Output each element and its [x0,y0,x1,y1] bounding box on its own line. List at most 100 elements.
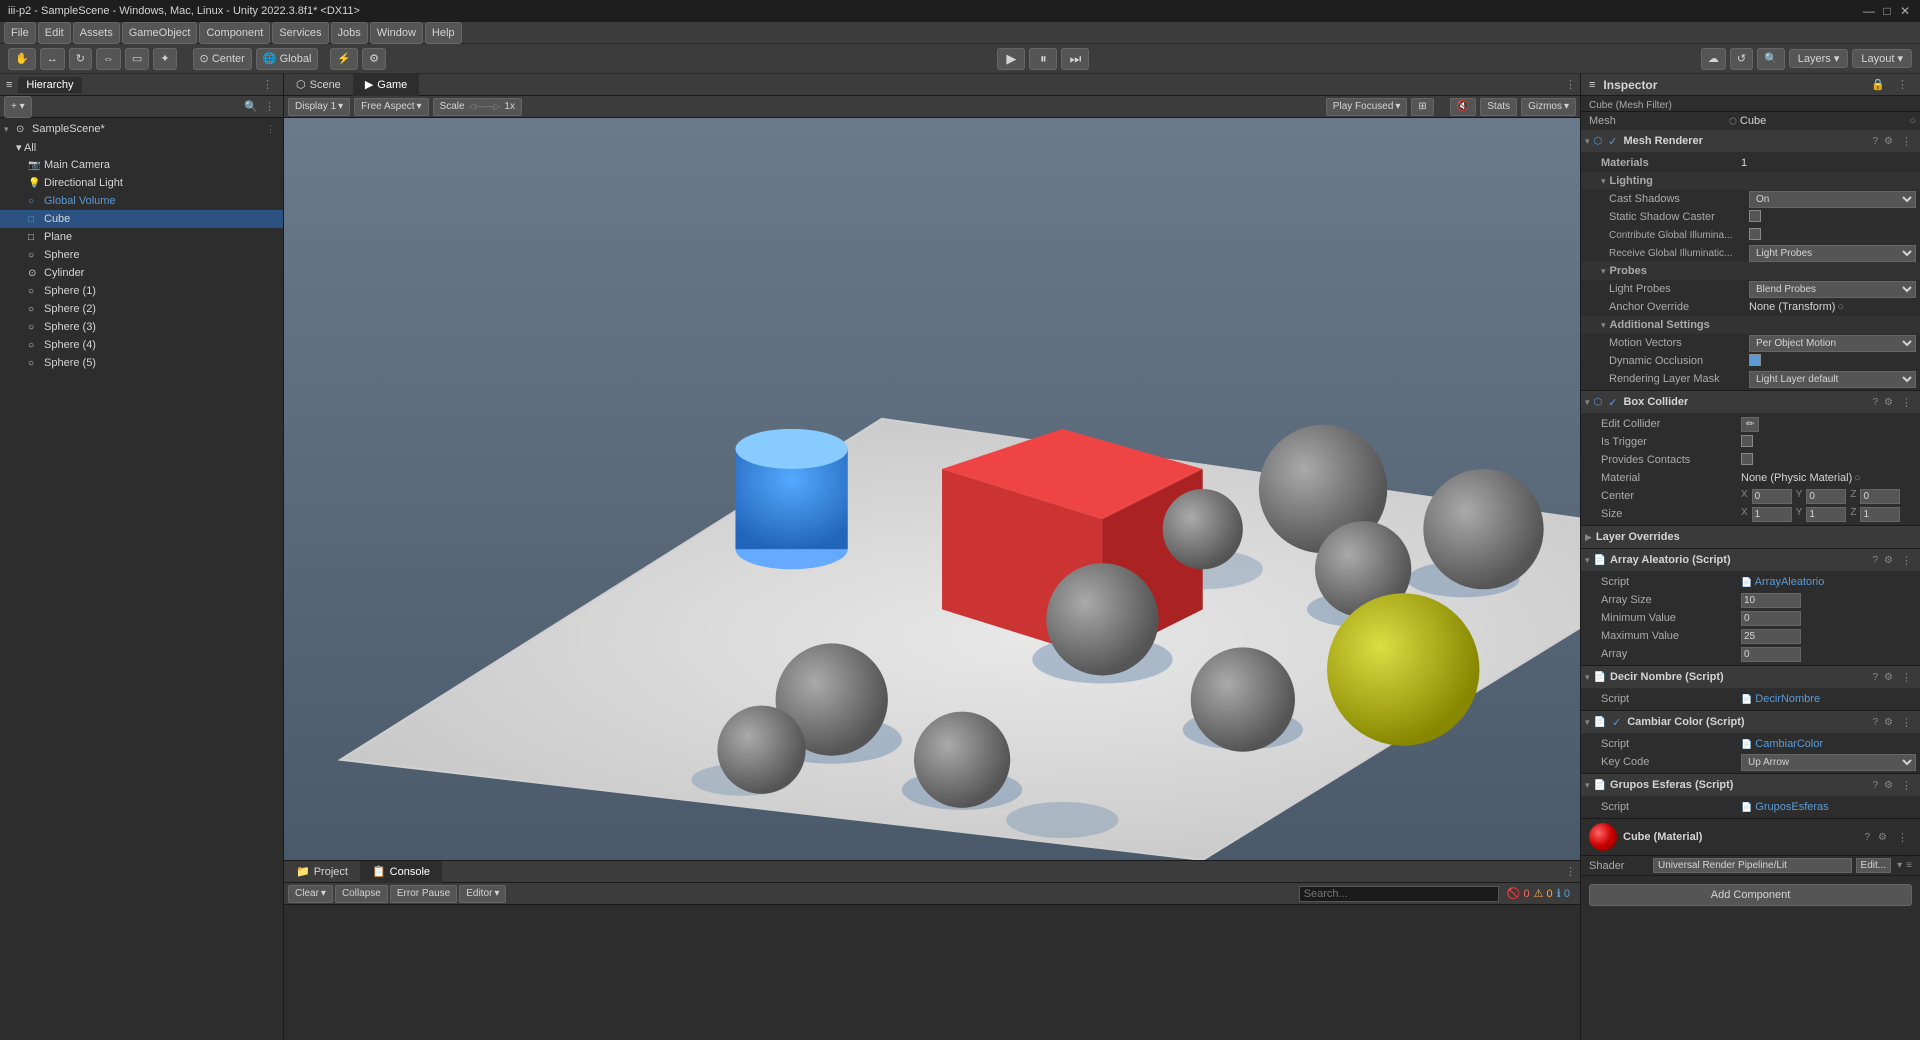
hierarchy-item-global-volume[interactable]: ○ Global Volume [0,192,283,210]
receive-gi-select[interactable]: Light Probes [1749,245,1916,262]
hierarchy-item-sphere4[interactable]: ○ Sphere (4) [0,336,283,354]
menu-edit[interactable]: Edit [38,22,71,44]
motion-vectors-select[interactable]: Per Object Motion [1749,335,1916,352]
stats-btn[interactable]: Stats [1480,98,1517,116]
scale-control[interactable]: Scale ◁——▷ 1x [433,98,522,116]
maximum-value-input[interactable] [1741,629,1801,644]
hierarchy-item-main-camera[interactable]: 📷 Main Camera [0,156,283,174]
console-more-btn[interactable]: ⋮ [1561,865,1580,878]
hierarchy-tab[interactable]: Hierarchy [18,77,81,93]
size-x-input[interactable] [1752,507,1792,522]
hierarchy-item-sphere5[interactable]: ○ Sphere (5) [0,354,283,372]
pause-button[interactable]: ⏸ [1029,48,1057,70]
dn-help-btn[interactable]: ? [1872,672,1878,683]
scale-tool[interactable]: ⇔ [96,48,121,70]
console-tab[interactable]: 📋 Console [360,861,442,883]
grupos-esferas-header[interactable]: ▾ 📄 Grupos Esferas (Script) ? ⚙ ⋮ [1581,774,1920,796]
cc-help-btn[interactable]: ? [1872,717,1878,728]
dn-more-btn[interactable]: ⋮ [1897,671,1916,684]
menu-component[interactable]: Component [199,22,270,44]
array-count-input[interactable] [1741,647,1801,662]
hierarchy-item-cube[interactable]: □ Cube [0,210,283,228]
cube-material-settings-btn[interactable]: ⚙ [1878,832,1887,843]
snap-toggle[interactable]: ⚡ [330,48,358,70]
ge-help-btn[interactable]: ? [1872,780,1878,791]
rect-tool[interactable]: ▭ [125,48,149,70]
hierarchy-item-cylinder[interactable]: ⊙ Cylinder [0,264,283,282]
error-pause-btn[interactable]: Error Pause [390,885,457,903]
mesh-renderer-settings-btn[interactable]: ⚙ [1884,136,1893,147]
aspect-dropdown[interactable]: Free Aspect ▾ [354,98,428,116]
script-dn-value[interactable]: 📄 DecirNombre [1741,693,1916,705]
static-shadow-checkbox[interactable] [1749,210,1761,222]
menu-jobs[interactable]: Jobs [331,22,368,44]
array-size-input[interactable] [1741,593,1801,608]
play-button[interactable]: ▶ [997,48,1025,70]
close-btn[interactable]: ✕ [1898,4,1912,18]
rotate-tool[interactable]: ↻ [69,48,92,70]
play-focused-btn[interactable]: Play Focused ▾ [1326,98,1408,116]
shader-edit-btn[interactable]: Edit... [1856,858,1892,873]
scene-options-btn[interactable]: ⋮ [262,124,279,135]
menu-gameobject[interactable]: GameObject [122,22,198,44]
hierarchy-item-directional-light[interactable]: 💡 Directional Light [0,174,283,192]
cambiar-color-header[interactable]: ▾ 📄 ✓ Cambiar Color (Script) ? ⚙ ⋮ [1581,711,1920,733]
hierarchy-item-sphere[interactable]: ○ Sphere [0,246,283,264]
menu-file[interactable]: File [4,22,36,44]
material-circle-btn[interactable]: ○ [1854,472,1861,484]
step-button[interactable]: ⏭ [1061,48,1089,70]
edit-collider-btn[interactable]: ✏ [1741,418,1916,430]
inspector-lock-btn[interactable]: 🔒 [1871,78,1885,91]
mute-btn[interactable]: 🔇 [1450,98,1476,116]
scene-tab[interactable]: ⬡ Scene [284,74,353,96]
cloud-btn[interactable]: ☁ [1701,48,1726,70]
minimum-value-input[interactable] [1741,611,1801,626]
is-trigger-checkbox[interactable] [1741,435,1753,447]
box-collider-more-btn[interactable]: ⋮ [1897,396,1916,409]
maximize-view-btn[interactable]: ⊞ [1411,98,1433,116]
maximize-btn[interactable]: □ [1880,4,1894,18]
cc-settings-btn[interactable]: ⚙ [1884,717,1893,728]
hierarchy-item-sphere3[interactable]: ○ Sphere (3) [0,318,283,336]
hierarchy-options-btn[interactable]: ⋮ [260,100,279,113]
layout-dropdown[interactable]: Layout ▾ [1852,49,1912,68]
dn-settings-btn[interactable]: ⚙ [1884,672,1893,683]
mesh-renderer-header[interactable]: ▾ ⬡ ✓ Mesh Renderer ? ⚙ ⋮ [1581,130,1920,152]
add-component-button[interactable]: Add Component [1589,884,1912,906]
hierarchy-add-btn[interactable]: + ▾ [4,96,32,118]
decir-nombre-header[interactable]: ▾ 📄 Decir Nombre (Script) ? ⚙ ⋮ [1581,666,1920,688]
anchor-circle-btn[interactable]: ○ [1837,301,1844,313]
gizmos-btn[interactable]: Gizmos ▾ [1521,98,1576,116]
game-display-dropdown[interactable]: Display 1 ▾ [288,98,350,116]
menu-help[interactable]: Help [425,22,462,44]
console-search-input[interactable] [1304,888,1494,900]
global-toggle[interactable]: 🌐 Global [256,48,319,70]
mesh-renderer-enabled-check[interactable]: ✓ [1608,135,1617,148]
settings-btn[interactable]: ⚙ [362,48,386,70]
ge-settings-btn[interactable]: ⚙ [1884,780,1893,791]
hierarchy-item-sphere2[interactable]: ○ Sphere (2) [0,300,283,318]
collapse-btn[interactable]: Collapse [335,885,388,903]
mesh-renderer-help-btn[interactable]: ? [1872,136,1878,147]
editor-dropdown[interactable]: Editor ▾ [459,885,506,903]
center-y-input[interactable] [1806,489,1846,504]
clear-dropdown[interactable]: Clear ▾ [288,885,333,903]
scene-root-item[interactable]: ▾ ⊙ SampleScene* ⋮ [0,120,283,138]
all-filter-item[interactable]: ▾ All [0,138,283,156]
aa-help-btn[interactable]: ? [1872,555,1878,566]
script-cc-value[interactable]: 📄 CambiarColor [1741,738,1916,750]
array-aleatorio-header[interactable]: ▾ 📄 Array Aleatorio (Script) ? ⚙ ⋮ [1581,549,1920,571]
contribute-gi-checkbox[interactable] [1749,228,1761,240]
size-z-input[interactable] [1860,507,1900,522]
box-collider-settings-btn[interactable]: ⚙ [1884,397,1893,408]
undo-history-btn[interactable]: ↺ [1730,48,1753,70]
size-y-input[interactable] [1806,507,1846,522]
mesh-circle-btn[interactable]: ○ [1909,115,1916,127]
aa-more-btn[interactable]: ⋮ [1897,554,1916,567]
aa-settings-btn[interactable]: ⚙ [1884,555,1893,566]
key-code-select[interactable]: Up Arrow [1741,754,1916,771]
game-tab[interactable]: ▶ Game [353,74,419,96]
center-z-input[interactable] [1860,489,1900,504]
provides-contacts-checkbox[interactable] [1741,453,1753,465]
minimize-btn[interactable]: — [1862,4,1876,18]
